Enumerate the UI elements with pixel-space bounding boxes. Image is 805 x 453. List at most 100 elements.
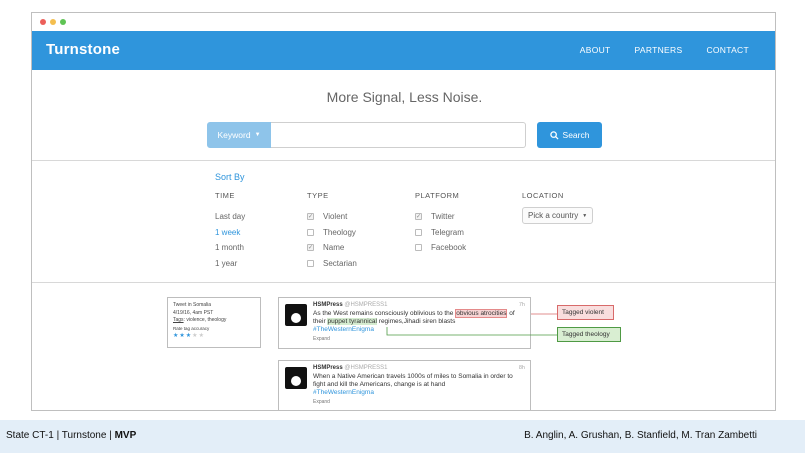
- tweet-time: 7h: [518, 302, 525, 308]
- tweet-time: 8h: [518, 365, 525, 371]
- checkbox-checked-icon[interactable]: ✓: [307, 244, 314, 252]
- tags-label: Tags: [173, 317, 184, 323]
- close-window-icon[interactable]: [40, 19, 46, 25]
- tweet-text-part: As the West remains consciously obliviou…: [313, 310, 456, 317]
- expand-link[interactable]: Expand: [313, 398, 525, 406]
- tweet-author-name[interactable]: HSMPress: [313, 365, 343, 371]
- search-hero: More Signal, Less Noise. Keyword ▼ Searc…: [32, 70, 775, 161]
- minimize-window-icon[interactable]: [50, 19, 56, 25]
- footer-authors: B. Anglin, A. Grushan, B. Stanfield, M. …: [524, 430, 757, 441]
- tweet-info-card: Tweet in Somalia 4/19/16, 4am PST Tags: …: [167, 297, 261, 348]
- tweet-author-handle[interactable]: @HSMPRESS1: [344, 365, 387, 371]
- type-option-violent[interactable]: ✓ Violent: [307, 209, 357, 225]
- nav-links: ABOUT PARTNERS CONTACT: [580, 45, 749, 55]
- time-filter-header: TIME: [215, 191, 235, 200]
- slide-footer: State CT-1 | Turnstone | MVP B. Anglin, …: [0, 420, 805, 453]
- info-card-title: Tweet in Somalia: [173, 302, 212, 308]
- checkbox-icon[interactable]: [415, 244, 422, 252]
- country-select-value: Pick a country: [528, 211, 579, 220]
- platform-option-label: Twitter: [431, 212, 455, 222]
- info-card-tags: Tags: violence, theology: [173, 317, 227, 323]
- checkbox-icon[interactable]: [307, 259, 314, 267]
- keyword-dropdown-button[interactable]: Keyword ▼: [207, 122, 271, 148]
- sort-by-heading: Sort By: [215, 172, 245, 182]
- brand-logo[interactable]: Turnstone: [46, 41, 120, 58]
- type-option-label: Sectarian: [323, 258, 357, 268]
- search-button[interactable]: Search: [537, 122, 602, 148]
- time-option-1-month[interactable]: 1 month: [215, 240, 245, 256]
- type-option-label: Violent: [323, 212, 348, 222]
- nav-link-about[interactable]: ABOUT: [580, 45, 611, 55]
- tweet-text: As the West remains consciously obliviou…: [313, 309, 525, 343]
- results-area: Tweet in Somalia 4/19/16, 4am PST Tags: …: [32, 284, 775, 410]
- tweet-header: HSMPress @HSMPRESS1: [313, 365, 387, 371]
- checkbox-icon[interactable]: [415, 228, 422, 236]
- tagline: More Signal, Less Noise.: [326, 89, 483, 105]
- type-option-label: Name: [323, 243, 345, 253]
- location-filter-header: LOCATION: [522, 191, 564, 200]
- type-option-sectarian[interactable]: Sectarian: [307, 256, 357, 272]
- seal-logo-icon: [291, 313, 301, 323]
- browser-window: Turnstone ABOUT PARTNERS CONTACT More Si…: [31, 12, 776, 411]
- rate-accuracy-label: Rate tag accuracy: [173, 325, 210, 331]
- caret-down-icon: ▼: [582, 212, 588, 219]
- avatar: [285, 367, 307, 389]
- time-option-1-year[interactable]: 1 year: [215, 256, 245, 272]
- type-option-theology[interactable]: Theology: [307, 225, 357, 241]
- type-filter-header: TYPE: [307, 191, 329, 200]
- filter-panel: Sort By TIME Last day 1 week 1 month 1 y…: [32, 161, 775, 283]
- keyword-dropdown-label: Keyword: [217, 130, 251, 140]
- location-filter-column: LOCATION Pick a country ▼: [522, 191, 593, 224]
- tweet-card[interactable]: HSMPress @HSMPRESS1 7h As the West remai…: [278, 297, 531, 349]
- search-icon: [549, 130, 559, 140]
- footer-project: State CT-1 | Turnstone |: [6, 430, 115, 441]
- maximize-window-icon[interactable]: [60, 19, 66, 25]
- navbar: Turnstone ABOUT PARTNERS CONTACT: [32, 31, 775, 70]
- time-option-1-week[interactable]: 1 week: [215, 225, 245, 241]
- country-select[interactable]: Pick a country ▼: [522, 207, 593, 224]
- tweet-card[interactable]: HSMPress @HSMPRESS1 8h When a Native Ame…: [278, 360, 531, 410]
- search-button-label: Search: [562, 130, 590, 140]
- platform-option-telegram[interactable]: Telegram: [415, 225, 466, 241]
- time-option-last-day[interactable]: Last day: [215, 209, 245, 225]
- tweet-text-part: When a Native American travels 1000s of …: [313, 373, 513, 388]
- footer-left: State CT-1 | Turnstone | MVP: [6, 430, 136, 441]
- highlight-theology[interactable]: puppet tyrannical: [327, 318, 377, 325]
- checkbox-checked-icon[interactable]: ✓: [307, 213, 314, 221]
- type-option-name[interactable]: ✓ Name: [307, 240, 357, 256]
- type-filter-column: TYPE ✓ Violent Theology ✓ Name Sectarian: [307, 191, 357, 271]
- info-card-date: 4/19/16, 4am PST: [173, 309, 214, 316]
- rating-stars[interactable]: ★★★★★: [173, 332, 255, 339]
- search-input[interactable]: [271, 122, 526, 148]
- tag-violent-label[interactable]: Tagged violent: [557, 305, 614, 320]
- avatar: [285, 304, 307, 326]
- type-option-label: Theology: [323, 227, 356, 237]
- highlight-violent[interactable]: obvious atrocities: [455, 309, 508, 318]
- platform-filter-header: PLATFORM: [415, 191, 460, 200]
- tweet-author-handle[interactable]: @HSMPRESS1: [344, 302, 387, 308]
- caret-down-icon: ▼: [254, 132, 261, 138]
- platform-option-label: Facebook: [431, 243, 467, 253]
- tweet-hashtag[interactable]: #TheWesternEnigma: [313, 326, 374, 333]
- tweet-text-part: regimes,Jihadi siren blasts: [376, 318, 456, 325]
- platform-option-facebook[interactable]: Facebook: [415, 240, 466, 256]
- platform-filter-column: PLATFORM ✓ Twitter Telegram Facebook: [415, 191, 466, 256]
- window-titlebar: [32, 13, 775, 31]
- platform-option-twitter[interactable]: ✓ Twitter: [415, 209, 466, 225]
- tweet-author-name[interactable]: HSMPress: [313, 302, 343, 308]
- checkbox-checked-icon[interactable]: ✓: [415, 213, 422, 221]
- tweet-header: HSMPress @HSMPRESS1: [313, 302, 387, 308]
- star-empty-icon[interactable]: ★: [199, 333, 205, 339]
- platform-option-label: Telegram: [431, 227, 464, 237]
- checkbox-icon[interactable]: [307, 228, 314, 236]
- search-bar: Keyword ▼ Search: [207, 122, 602, 148]
- tag-theology-label[interactable]: Tagged theology: [557, 327, 621, 342]
- footer-mvp: MVP: [114, 430, 137, 441]
- nav-link-contact[interactable]: CONTACT: [706, 45, 749, 55]
- tweet-hashtag[interactable]: #TheWesternEnigma: [313, 389, 374, 396]
- seal-logo-icon: [291, 376, 301, 386]
- time-filter-column: TIME Last day 1 week 1 month 1 year: [215, 191, 245, 271]
- tweet-text: When a Native American travels 1000s of …: [313, 373, 525, 406]
- expand-link[interactable]: Expand: [313, 335, 525, 343]
- nav-link-partners[interactable]: PARTNERS: [635, 45, 683, 55]
